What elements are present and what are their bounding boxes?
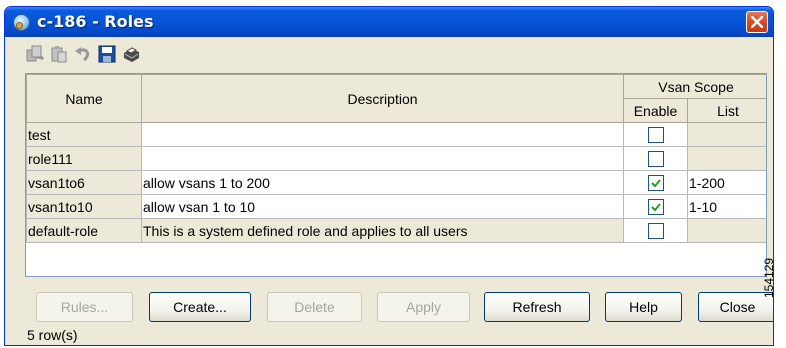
checkmark-icon <box>650 203 661 212</box>
checkmark-icon <box>650 179 661 188</box>
figure-id-label: 154129 <box>762 257 776 298</box>
role-name-cell[interactable]: role111 <box>26 146 142 171</box>
enable-checkbox[interactable] <box>647 151 664 168</box>
enable-checkbox[interactable] <box>647 199 664 216</box>
enable-checkbox[interactable] <box>647 127 664 144</box>
vsan-list-cell[interactable]: 1-200 <box>687 170 766 195</box>
app-icon <box>13 14 30 31</box>
enable-cell <box>623 218 688 243</box>
copy-icon[interactable] <box>25 44 45 64</box>
roles-table-container[interactable]: Name Description Vsan Scope Enable List … <box>25 73 767 277</box>
paste-icon[interactable] <box>49 44 69 64</box>
enable-cell <box>623 194 688 219</box>
table-row[interactable]: default-role This is a system defined ro… <box>26 218 766 243</box>
role-description-cell[interactable]: This is a system defined role and applie… <box>141 218 624 243</box>
role-name-cell[interactable]: vsan1to10 <box>26 194 142 219</box>
vsan-list-cell[interactable] <box>687 122 766 147</box>
role-description-cell[interactable]: allow vsan 1 to 10 <box>141 194 624 219</box>
undo-icon[interactable] <box>73 44 93 64</box>
enable-checkbox[interactable] <box>647 175 664 192</box>
vsan-list-cell[interactable] <box>687 146 766 171</box>
close-icon <box>751 16 763 28</box>
row-count-status: 5 row(s) <box>27 327 78 343</box>
role-name-cell[interactable]: vsan1to6 <box>26 170 142 195</box>
title-bar[interactable]: c-186 - Roles <box>5 7 773 37</box>
save-icon[interactable] <box>97 44 117 64</box>
table-row[interactable]: vsan1to6 allow vsans 1 to 200 1-200 <box>26 170 766 195</box>
roles-table: Name Description Vsan Scope Enable List … <box>26 74 766 243</box>
enable-cell <box>623 146 688 171</box>
enable-checkbox[interactable] <box>647 223 664 240</box>
vsan-list-cell[interactable]: 1-10 <box>687 194 766 219</box>
close-window-button[interactable] <box>746 11 768 33</box>
role-name-cell[interactable]: default-role <box>26 218 142 243</box>
role-description-cell[interactable]: allow vsans 1 to 200 <box>141 170 624 195</box>
column-header-name[interactable]: Name <box>26 74 142 123</box>
help-button[interactable]: Help <box>605 292 682 322</box>
refresh-button[interactable]: Refresh <box>484 292 590 322</box>
table-row[interactable]: test <box>26 122 766 147</box>
enable-cell <box>623 122 688 147</box>
print-icon[interactable] <box>121 44 141 64</box>
column-group-vsan-scope: Vsan Scope <box>623 74 766 99</box>
vsan-list-cell[interactable] <box>687 218 766 243</box>
apply-button[interactable]: Apply <box>377 292 470 322</box>
role-description-cell[interactable] <box>141 122 624 147</box>
column-header-description[interactable]: Description <box>141 74 624 123</box>
create-button[interactable]: Create... <box>149 292 251 322</box>
column-header-list[interactable]: List <box>687 98 766 123</box>
window-title: c-186 - Roles <box>37 12 154 31</box>
role-description-cell[interactable] <box>141 146 624 171</box>
delete-button[interactable]: Delete <box>267 292 362 322</box>
column-header-enable[interactable]: Enable <box>623 98 688 123</box>
table-row[interactable]: vsan1to10 allow vsan 1 to 10 1-10 <box>26 194 766 219</box>
table-row[interactable]: role111 <box>26 146 766 171</box>
roles-dialog: c-186 - Roles Name Description Vsan Scop… <box>4 6 774 346</box>
enable-cell <box>623 170 688 195</box>
rules-button[interactable]: Rules... <box>36 292 133 322</box>
role-name-cell[interactable]: test <box>26 122 142 147</box>
